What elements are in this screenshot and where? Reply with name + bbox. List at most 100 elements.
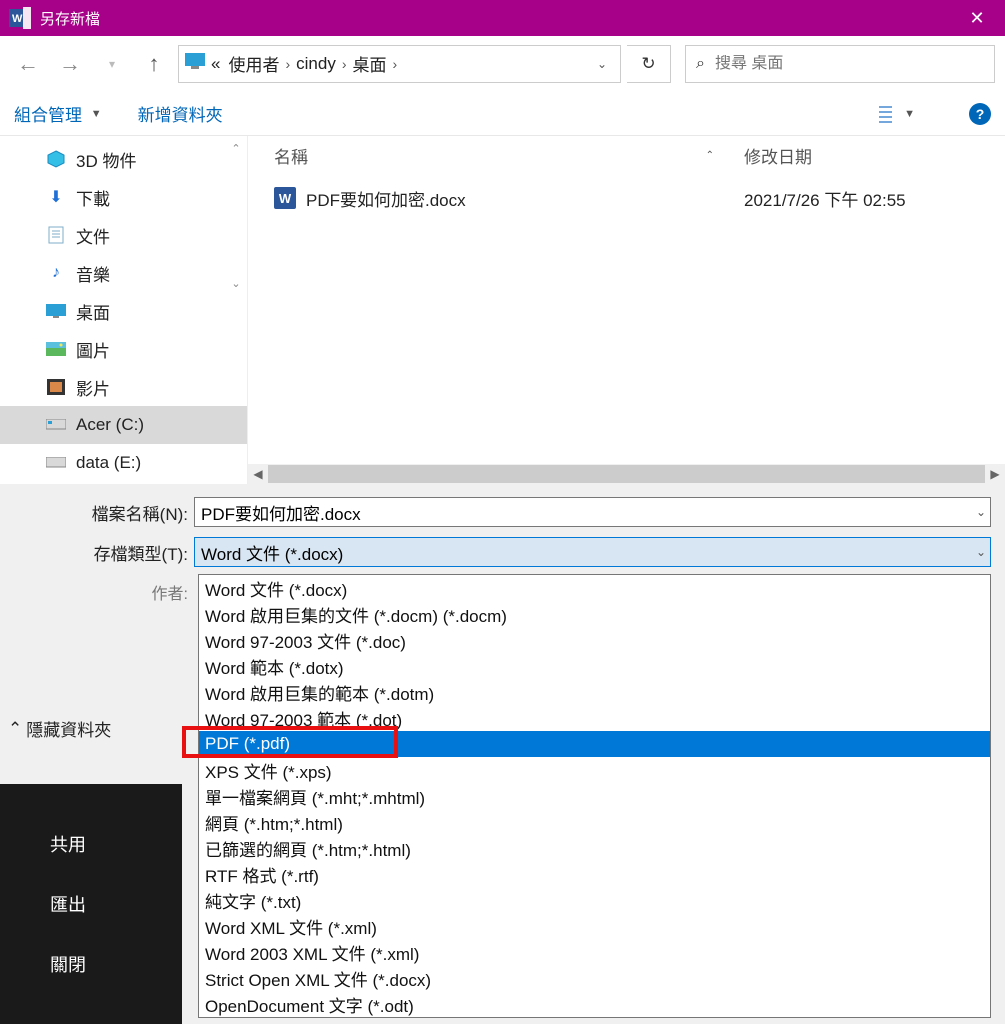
filetype-option[interactable]: Word 啟用巨集的範本 (*.dotm) [199, 679, 990, 705]
backstage-export[interactable]: 匯出 [0, 891, 182, 917]
filetype-value: Word 文件 (*.docx) [201, 540, 343, 565]
chevron-right-icon[interactable]: › [391, 56, 400, 72]
filetype-option[interactable]: Word 97-2003 範本 (*.dot) [199, 705, 990, 731]
tree-3d-objects[interactable]: 3D 物件 [0, 140, 247, 178]
scroll-left-icon[interactable]: ◀ [248, 467, 268, 481]
tree-scrollbar[interactable]: ⌃⌄ [227, 142, 245, 290]
file-browser-body: 3D 物件 ⬇ 下載 文件 ♪音樂 桌面 圖片 影片 Acer (C:) data… [0, 136, 1005, 484]
up-button[interactable]: ↑ [136, 46, 172, 82]
tree-pictures[interactable]: 圖片 [0, 330, 247, 368]
chevron-down-icon[interactable]: ⌄ [976, 545, 986, 559]
hide-folders-toggle[interactable]: ⌃隱藏資料夾 [8, 716, 111, 741]
save-form-area: 檔案名稱(N): PDF要如何加密.docx⌄ 存檔類型(T): Word 文件… [0, 484, 1005, 1024]
tree-label: 下載 [76, 185, 110, 210]
file-row[interactable]: W PDF要如何加密.docx 2021/7/26 下午 02:55 [274, 176, 1005, 220]
chevron-up-icon: ⌃ [8, 719, 22, 739]
forward-button[interactable]: → [52, 46, 88, 82]
document-icon [46, 226, 66, 244]
new-folder-button[interactable]: 新增資料夾 [138, 101, 223, 126]
file-header: 名稱 ⌃ 修改日期 [274, 136, 1005, 176]
file-list-pane: 名稱 ⌃ 修改日期 W PDF要如何加密.docx 2021/7/26 下午 02:… [248, 136, 1005, 484]
filetype-option[interactable]: Word 範本 (*.dotx) [199, 653, 990, 679]
download-icon: ⬇ [46, 188, 66, 206]
tree-documents[interactable]: 文件 [0, 216, 247, 254]
backstage-sidebar: 共用 匯出 關閉 [0, 784, 182, 1024]
scroll-right-icon[interactable]: ▶ [985, 467, 1005, 481]
breadcrumb-dropdown[interactable]: ⌄ [590, 57, 614, 71]
filetype-option[interactable]: Strict Open XML 文件 (*.docx) [199, 965, 990, 991]
filetype-option[interactable]: XPS 文件 (*.xps) [199, 757, 990, 783]
filetype-option[interactable]: Word 97-2003 文件 (*.doc) [199, 627, 990, 653]
backstage-close[interactable]: 關閉 [0, 951, 182, 977]
breadcrumb-bar[interactable]: « 使用者 › cindy › 桌面 › ⌄ [178, 45, 621, 83]
drive-icon [46, 416, 66, 434]
filetype-label: 存檔類型(T): [14, 540, 194, 565]
organize-menu[interactable]: 組合管理 ▼ [14, 101, 102, 126]
crumb-users[interactable]: 使用者 [224, 51, 283, 76]
word-app-icon: W [8, 6, 32, 30]
filetype-option[interactable]: 純文字 (*.txt) [199, 887, 990, 913]
filename-label: 檔案名稱(N): [14, 500, 194, 525]
search-input[interactable] [715, 55, 984, 73]
filetype-option[interactable]: 已篩選的網頁 (*.htm;*.html) [199, 835, 990, 861]
list-view-icon [874, 104, 900, 124]
scroll-down-icon[interactable]: ⌄ [231, 277, 240, 290]
address-bar-row: ← → ▾ ↑ « 使用者 › cindy › 桌面 › ⌄ ↻ ⌕ [0, 36, 1005, 92]
crumb-prefix: « [205, 54, 224, 74]
close-button[interactable]: ✕ [953, 8, 1001, 29]
tree-desktop[interactable]: 桌面 [0, 292, 247, 330]
folder-tree: 3D 物件 ⬇ 下載 文件 ♪音樂 桌面 圖片 影片 Acer (C:) data… [0, 136, 248, 484]
filetype-row: 存檔類型(T): Word 文件 (*.docx) ⌄ [14, 534, 991, 570]
chevron-right-icon[interactable]: › [283, 56, 292, 72]
recent-dropdown[interactable]: ▾ [94, 46, 130, 82]
tree-drive-c[interactable]: Acer (C:) [0, 406, 247, 444]
file-date: 2021/7/26 下午 02:55 [744, 186, 1005, 211]
tree-label: 圖片 [76, 337, 110, 362]
tree-music[interactable]: ♪音樂 [0, 254, 247, 292]
chevron-down-icon[interactable]: ⌄ [976, 505, 986, 519]
toolbar: 組合管理 ▼ 新增資料夾 ▼ ? [0, 92, 1005, 136]
filetype-option[interactable]: Word 啟用巨集的文件 (*.docm) (*.docm) [199, 601, 990, 627]
backstage-share[interactable]: 共用 [0, 831, 182, 857]
tree-label: data (E:) [76, 453, 141, 473]
filetype-option[interactable]: Word 2003 XML 文件 (*.xml) [199, 939, 990, 965]
back-button[interactable]: ← [10, 46, 46, 82]
crumb-desktop[interactable]: 桌面 [349, 51, 391, 76]
filetype-option[interactable]: OpenDocument 文字 (*.odt) [199, 991, 990, 1017]
filetype-option[interactable]: Word XML 文件 (*.xml) [199, 913, 990, 939]
refresh-button[interactable]: ↻ [627, 45, 671, 83]
cube-icon [46, 150, 66, 168]
col-date-header[interactable]: 修改日期 [744, 148, 812, 167]
sort-caret-icon[interactable]: ⌃ [706, 150, 714, 161]
scroll-up-icon[interactable]: ⌃ [231, 142, 240, 155]
search-box[interactable]: ⌕ [685, 45, 995, 83]
view-options[interactable]: ▼ [874, 104, 915, 124]
hide-folders-label: 隱藏資料夾 [26, 716, 111, 741]
col-name-header[interactable]: 名稱 [274, 143, 308, 168]
search-icon: ⌕ [696, 55, 705, 73]
chevron-right-icon[interactable]: › [340, 56, 349, 72]
scrollbar-thumb[interactable] [268, 465, 985, 483]
chevron-down-icon: ▼ [904, 108, 915, 120]
filetype-option[interactable]: 單一檔案網頁 (*.mht;*.mhtml) [199, 783, 990, 809]
tree-videos[interactable]: 影片 [0, 368, 247, 406]
filetype-option[interactable]: PDF (*.pdf) [199, 731, 990, 757]
chevron-down-icon: ▼ [91, 108, 102, 120]
crumb-cindy[interactable]: cindy [292, 54, 340, 74]
filetype-option[interactable]: RTF 格式 (*.rtf) [199, 861, 990, 887]
filetype-dropdown[interactable]: Word 文件 (*.docx) ⌄ [194, 537, 991, 567]
drive-icon [46, 454, 66, 472]
video-icon [46, 378, 66, 396]
tree-downloads[interactable]: ⬇ 下載 [0, 178, 247, 216]
filetype-option[interactable]: Word 文件 (*.docx) [199, 575, 990, 601]
svg-text:W: W [12, 13, 23, 25]
horizontal-scrollbar[interactable]: ◀ ▶ [248, 464, 1005, 484]
word-doc-icon: W [274, 187, 296, 209]
organize-label: 組合管理 [14, 101, 82, 126]
help-button[interactable]: ? [969, 103, 991, 125]
tree-drive-e[interactable]: data (E:) [0, 444, 247, 482]
file-name: PDF要如何加密.docx [306, 186, 466, 211]
filename-input[interactable]: PDF要如何加密.docx⌄ [194, 497, 991, 527]
filetype-option[interactable]: 網頁 (*.htm;*.html) [199, 809, 990, 835]
tree-label: 音樂 [76, 261, 110, 286]
